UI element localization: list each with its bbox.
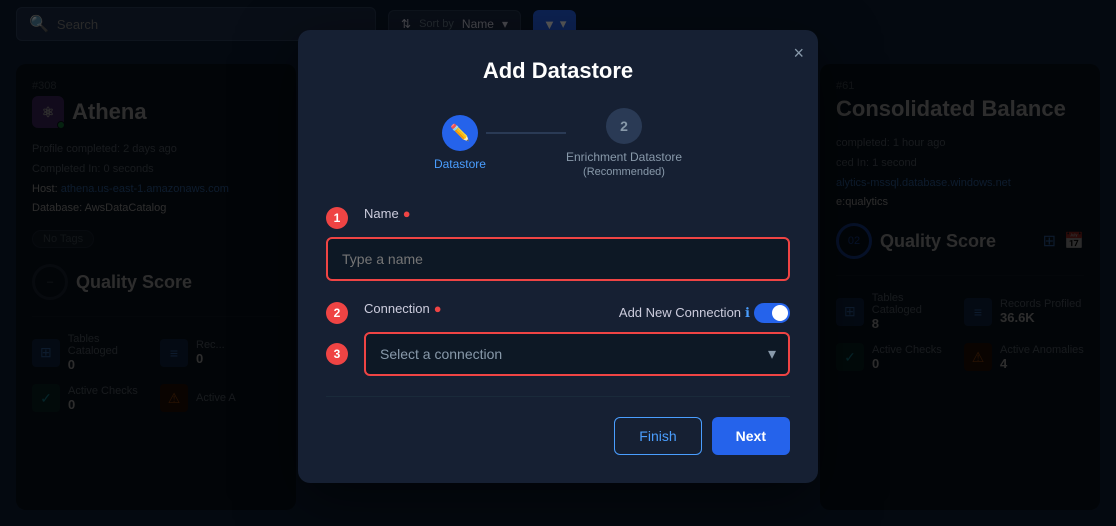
step-2-circle: 2: [606, 108, 642, 144]
add-datastore-modal: × Add Datastore ✏️ Datastore 2 Enrichmen…: [298, 30, 818, 483]
step-badge-1: 1: [326, 207, 348, 229]
step-badge-2: 2: [326, 302, 348, 324]
connection-select[interactable]: Select a connection: [364, 332, 790, 376]
modal-footer: Finish Next: [326, 417, 790, 455]
connection-required-indicator: ●: [434, 301, 442, 316]
step-1-label: Datastore: [434, 157, 486, 171]
modal-title: Add Datastore: [326, 58, 790, 84]
modal-close-button[interactable]: ×: [793, 44, 804, 62]
step-1: ✏️ Datastore: [434, 115, 486, 171]
step-connector: [486, 132, 566, 134]
step-1-circle: ✏️: [442, 115, 478, 151]
required-indicator: ●: [403, 206, 411, 221]
step-2: 2 Enrichment Datastore (Recommended): [566, 108, 682, 178]
name-input[interactable]: [326, 237, 790, 281]
info-icon: ℹ: [745, 305, 750, 321]
add-new-connection-toggle[interactable]: [754, 303, 790, 323]
modal-overlay: × Add Datastore ✏️ Datastore 2 Enrichmen…: [0, 0, 1116, 526]
finish-button[interactable]: Finish: [614, 417, 701, 455]
connection-select-wrapper: Select a connection ▾: [364, 332, 790, 376]
connection-field-group: 2 Connection ● Add New Connection ℹ 3 Se…: [326, 301, 790, 376]
modal-divider: [326, 396, 790, 397]
step-badge-3: 3: [326, 343, 348, 365]
connection-label-area: 2 Connection ● Add New Connection ℹ: [326, 301, 790, 324]
step-2-label: Enrichment Datastore (Recommended): [566, 150, 682, 178]
connection-field-label: Connection ●: [364, 301, 442, 316]
stepper: ✏️ Datastore 2 Enrichment Datastore (Rec…: [326, 108, 790, 178]
next-button[interactable]: Next: [712, 417, 790, 455]
name-field-group: 1 Name ●: [326, 206, 790, 281]
add-new-connection-label: Add New Connection ℹ: [619, 303, 790, 323]
name-field-label: Name ●: [364, 206, 411, 221]
